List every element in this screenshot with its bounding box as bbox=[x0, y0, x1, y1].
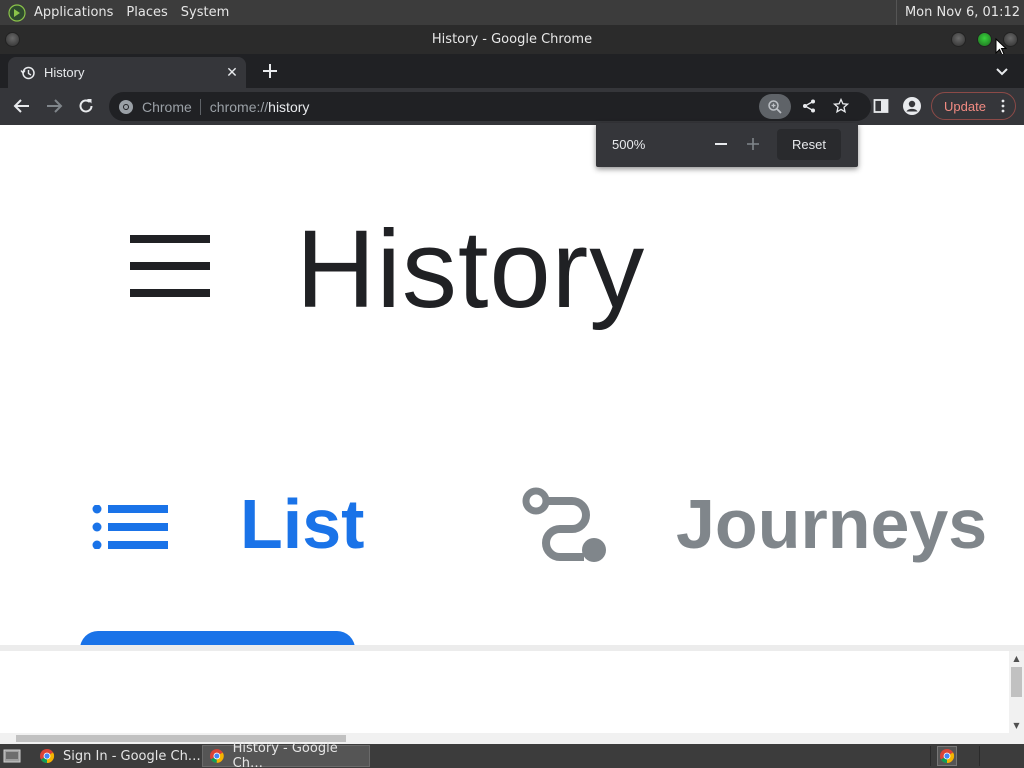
menu-icon[interactable] bbox=[130, 235, 210, 297]
reset-zoom-button[interactable]: Reset bbox=[777, 129, 841, 160]
taskbar-item-sign-in[interactable]: Sign In - Google Ch… bbox=[33, 745, 201, 767]
vertical-scrollbar[interactable]: ▲ ▼ bbox=[1009, 651, 1024, 733]
update-label: Update bbox=[944, 98, 986, 114]
reset-label: Reset bbox=[792, 137, 826, 152]
reload-icon[interactable] bbox=[76, 96, 96, 116]
applications-menu[interactable]: Applications bbox=[34, 0, 120, 25]
site-chip-label[interactable]: Chrome bbox=[142, 99, 192, 115]
system-menu[interactable]: System bbox=[181, 0, 236, 25]
page-title: History bbox=[296, 208, 646, 331]
address-bar[interactable]: Chrome chrome://history bbox=[109, 92, 871, 121]
tab-label: History bbox=[44, 65, 85, 80]
tray-separator bbox=[979, 746, 980, 766]
history-page: History List Journeys bbox=[0, 125, 1024, 645]
zoom-in-button[interactable] bbox=[745, 136, 761, 152]
clock[interactable]: Mon Nov 6, 01:12 bbox=[895, 0, 1020, 25]
minimize-button[interactable] bbox=[951, 32, 966, 47]
zoom-bubble: 500% Reset bbox=[596, 123, 858, 167]
chrome-logo-icon bbox=[209, 749, 224, 763]
taskbar: Sign In - Google Ch… History - Google Ch… bbox=[0, 741, 1024, 768]
task-label: Sign In - Google Ch… bbox=[63, 748, 201, 764]
top-panel: Applications Places System Mon Nov 6, 01… bbox=[0, 0, 1024, 25]
new-tab-icon[interactable] bbox=[260, 61, 280, 81]
more-menu-icon bbox=[1001, 99, 1005, 113]
show-desktop-icon[interactable] bbox=[3, 748, 21, 764]
task-label: History - Google Ch… bbox=[232, 741, 338, 768]
tab-search-chevron-icon[interactable] bbox=[994, 63, 1010, 79]
maximize-button[interactable] bbox=[977, 32, 992, 47]
close-tab-icon[interactable]: ✕ bbox=[224, 64, 240, 80]
tab-list[interactable]: List bbox=[240, 483, 364, 565]
places-menu[interactable]: Places bbox=[126, 0, 174, 25]
distro-logo-icon[interactable] bbox=[8, 3, 26, 22]
scroll-up-icon[interactable]: ▲ bbox=[1012, 654, 1021, 663]
chrome-logo-icon bbox=[940, 749, 955, 764]
side-panel-icon[interactable] bbox=[871, 96, 891, 116]
url-host: history bbox=[268, 98, 310, 115]
share-icon[interactable] bbox=[801, 98, 817, 114]
tab-journeys[interactable]: Journeys bbox=[676, 483, 987, 565]
window-title: History - Google Chrome bbox=[431, 32, 593, 47]
list-icon bbox=[92, 505, 168, 549]
bookmark-star-icon[interactable] bbox=[833, 98, 849, 114]
url-scheme: chrome:// bbox=[209, 98, 269, 115]
workspace-switcher[interactable] bbox=[937, 746, 957, 766]
omnibox-divider bbox=[199, 98, 201, 115]
back-icon[interactable] bbox=[12, 96, 32, 116]
zoom-out-button[interactable] bbox=[713, 136, 729, 152]
journeys-icon bbox=[522, 487, 606, 562]
zoom-level: 500% bbox=[612, 137, 646, 152]
tray-separator bbox=[930, 746, 931, 766]
taskbar-item-history[interactable]: History - Google Ch… bbox=[202, 741, 370, 768]
scroll-corner bbox=[1009, 733, 1024, 744]
profile-avatar-icon[interactable] bbox=[902, 96, 922, 116]
horizontal-scrollbar[interactable] bbox=[0, 733, 1009, 744]
forward-icon[interactable] bbox=[44, 96, 64, 116]
tab-history[interactable]: History ✕ bbox=[8, 57, 246, 88]
zoom-indicator[interactable] bbox=[759, 94, 791, 119]
chrome-logo-icon bbox=[119, 99, 133, 114]
tab-strip: History ✕ bbox=[0, 54, 1024, 88]
scroll-down-icon[interactable]: ▼ bbox=[1012, 721, 1021, 730]
history-icon bbox=[20, 66, 35, 79]
window-menu-button[interactable] bbox=[5, 32, 20, 47]
window-titlebar[interactable]: History - Google Chrome bbox=[0, 25, 1024, 54]
vertical-scroll-thumb[interactable] bbox=[1011, 667, 1022, 697]
update-button[interactable]: Update bbox=[931, 92, 1016, 120]
zoom-in-icon bbox=[768, 99, 782, 114]
browser-toolbar: Chrome chrome://history Update bbox=[0, 88, 1024, 125]
active-tab-indicator bbox=[80, 631, 355, 645]
chrome-logo-icon bbox=[40, 749, 55, 764]
lower-content-area bbox=[0, 651, 1009, 733]
